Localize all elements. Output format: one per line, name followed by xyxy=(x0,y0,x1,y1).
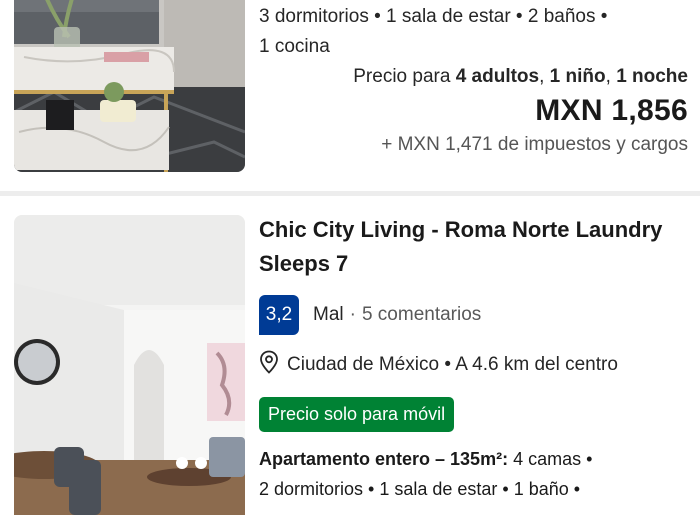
listing-photo[interactable] xyxy=(14,0,245,172)
living-room-image xyxy=(14,0,245,172)
rating-separator: · xyxy=(349,304,356,325)
price: MXN 1,856 xyxy=(535,94,688,127)
listing-info: Chic City Living - Roma Norte Laundry Sl… xyxy=(259,213,688,504)
listing-info: 3 dormitorios • 1 sala de estar • 2 baño… xyxy=(259,2,688,62)
location-row: Ciudad de México • A 4.6 km del centro xyxy=(259,350,688,380)
rating-label: Mal xyxy=(313,304,344,325)
listing-photo[interactable] xyxy=(14,215,245,515)
card-divider xyxy=(0,191,700,196)
amenities-text: 3 dormitorios • 1 sala de estar • 2 baño… xyxy=(259,6,608,27)
listing-card[interactable]: Chic City Living - Roma Norte Laundry Sl… xyxy=(0,197,700,515)
rating-row: 3,2 Mal · 5 comentarios xyxy=(259,295,688,335)
taxes-and-fees: + MXN 1,471 de impuestos y cargos xyxy=(381,134,688,155)
location-text[interactable]: Ciudad de México • A 4.6 km del centro xyxy=(287,354,618,376)
amenities-text: 1 cocina xyxy=(259,36,330,57)
map-pin-icon xyxy=(259,350,287,380)
apartment-interior-image xyxy=(14,215,245,515)
price-block: Precio para 4 adultos, 1 niño, 1 noche M… xyxy=(259,66,688,156)
mobile-only-price-badge: Precio solo para móvil xyxy=(259,397,455,432)
unit-description: Apartamento entero – 135m²: 4 camas • xyxy=(259,449,593,469)
review-score-badge: 3,2 xyxy=(259,295,299,335)
price-occupancy-note: Precio para 4 adultos, 1 niño, 1 noche xyxy=(353,66,688,87)
review-count[interactable]: 5 comentarios xyxy=(362,304,481,326)
listing-title[interactable]: Chic City Living - Roma Norte Laundry Sl… xyxy=(259,213,688,281)
listing-card[interactable]: 3 dormitorios • 1 sala de estar • 2 baño… xyxy=(0,0,700,190)
badge-row: Precio solo para móvil xyxy=(259,397,688,432)
